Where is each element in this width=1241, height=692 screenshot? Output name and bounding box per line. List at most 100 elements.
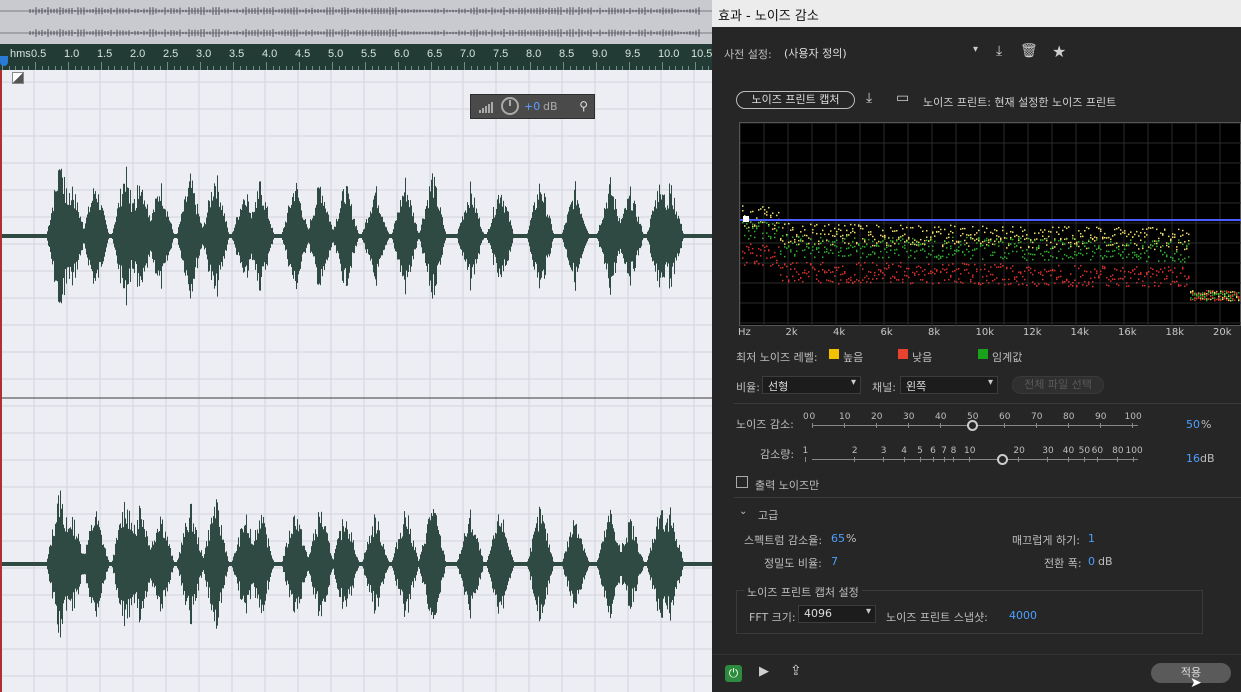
open-folder-icon[interactable]: ▭: [896, 90, 909, 106]
smoothing-value[interactable]: 1: [1088, 532, 1095, 545]
spectrum-dot: [820, 282, 822, 284]
spectrum-dot: [1112, 243, 1114, 246]
favorite-star-icon[interactable]: ★: [1052, 42, 1066, 61]
preset-dropdown[interactable]: (사용자 정의) ▾: [778, 43, 983, 61]
waveform-sample: [433, 509, 434, 619]
waveform-sample: [267, 547, 268, 581]
scale-dropdown[interactable]: 선형 ▾: [762, 376, 861, 394]
spectrum-dot: [864, 276, 866, 279]
waveform-sample: [16, 234, 17, 238]
waveform-sample: [437, 206, 438, 266]
spectrum-dot: [1096, 239, 1098, 241]
play-icon[interactable]: ▶: [759, 664, 769, 679]
waveform-sample: [296, 529, 297, 599]
spectrum-dot: [888, 266, 890, 269]
playhead-marker[interactable]: [0, 56, 8, 66]
spectrum-dot: [854, 280, 856, 283]
overview-strip[interactable]: [0, 0, 712, 44]
delete-preset-icon[interactable]: 🗑: [1020, 43, 1038, 59]
spectrum-dot: [1018, 271, 1020, 273]
waveform-editor[interactable]: hms 0.5 1.0 1.5 2.0 2.5 3.0 3.5 4.0 4.5 5.0 5.5 6.0 6…: [0, 0, 712, 692]
spectrum-dot: [1134, 251, 1136, 254]
save-noise-print-icon[interactable]: ⤓: [866, 90, 872, 106]
save-preset-icon[interactable]: ⤓: [996, 43, 1002, 59]
waveform-sample: [197, 544, 198, 584]
frequency-tick-label: 8k: [928, 327, 941, 338]
channel-dropdown[interactable]: 왼쪽 ▾: [900, 376, 998, 394]
waveform-sample: [577, 200, 578, 272]
waveform-sample: [404, 511, 405, 617]
slider-tick: [953, 457, 955, 462]
transition-label: 전환 폭:: [1044, 557, 1082, 570]
advanced-toggle-chevron-icon[interactable]: ⌄: [739, 506, 747, 517]
spectrum-dot: [1016, 280, 1018, 282]
waveform-sample: [611, 514, 612, 614]
waveform-sample: [176, 562, 177, 566]
spectrum-dot: [950, 247, 952, 250]
pin-icon[interactable]: ⚲: [579, 99, 588, 113]
volume-hud[interactable]: +0 dB ⚲: [470, 94, 595, 119]
spectrum-dot: [986, 275, 988, 277]
slider-tick-label: 80: [1112, 446, 1124, 456]
spectrum-dot: [1226, 296, 1228, 298]
spectrum-dot: [1182, 268, 1184, 270]
spectrum-dot: [934, 240, 936, 243]
waveform-sample: [93, 527, 94, 601]
power-toggle-icon[interactable]: ⏻: [725, 665, 742, 682]
spectrum-dot: [806, 261, 808, 264]
volume-knob[interactable]: [501, 97, 519, 115]
waveform-sample: [556, 234, 557, 238]
spectrum-dot: [1034, 253, 1036, 256]
spectral-decay-value[interactable]: 65: [831, 532, 845, 545]
waveform-sample: [415, 222, 416, 250]
track-corner-icon[interactable]: [12, 72, 24, 84]
waveform-sample: [593, 234, 594, 238]
waveform-sample: [245, 205, 246, 267]
waveform-sample: [69, 528, 70, 600]
waveform-sample: [368, 544, 369, 584]
spectrum-dot: [1028, 266, 1030, 268]
reduce-by-value[interactable]: 16: [1186, 452, 1200, 465]
spectrum-dot: [998, 282, 1000, 285]
noise-spectrum-graph[interactable]: [739, 122, 1241, 327]
spectrum-dot: [746, 223, 748, 225]
spectrum-dot: [942, 245, 944, 248]
spectrum-dot: [1112, 250, 1114, 252]
spectrum-dot: [824, 251, 826, 253]
spectrum-dot: [974, 248, 976, 250]
slider-thumb[interactable]: [997, 454, 1009, 465]
waveform-sample: [536, 208, 537, 264]
transition-value[interactable]: 0: [1088, 555, 1095, 568]
spectrum-dot: [1162, 271, 1164, 273]
waveform-sample: [614, 209, 615, 263]
spectrum-dot: [746, 245, 748, 248]
spectrum-dot: [818, 270, 820, 272]
waveform-area[interactable]: [0, 70, 712, 692]
spectrum-dot: [806, 234, 808, 237]
spectrum-dot: [1080, 232, 1082, 235]
snapshots-value[interactable]: 4000: [1009, 609, 1037, 622]
threshold-handle[interactable]: [743, 216, 749, 222]
time-ruler[interactable]: hms 0.5 1.0 1.5 2.0 2.5 3.0 3.5 4.0 4.5 5.0 5.5 6.0 6…: [0, 44, 712, 70]
waveform-sample: [276, 562, 277, 566]
waveform-sample: [48, 554, 49, 574]
slider-track[interactable]: [812, 459, 1138, 460]
fft-size-dropdown[interactable]: 4096 ▾: [798, 605, 876, 623]
spectrum-dot: [916, 250, 918, 252]
output-noise-only-checkbox[interactable]: [736, 476, 748, 488]
waveform-sample: [118, 202, 119, 270]
waveform-sample: [236, 551, 237, 577]
noise-reduction-value[interactable]: 50: [1186, 418, 1200, 431]
waveform-sample: [486, 562, 487, 566]
spectrum-dot: [750, 252, 752, 254]
select-entire-file-button[interactable]: 전체 파일 선택: [1012, 376, 1104, 394]
loop-export-icon[interactable]: ⇪: [790, 663, 802, 679]
slider-thumb[interactable]: [967, 420, 978, 431]
waveform-sample: [536, 523, 537, 605]
capture-noise-print-button[interactable]: 노이즈 프린트 캡처: [736, 91, 855, 109]
precision-value[interactable]: 7: [831, 555, 838, 568]
waveform-sample: [160, 200, 161, 272]
advanced-label[interactable]: 고급: [758, 507, 778, 523]
waveform-sample: [324, 202, 325, 270]
slider-tick: [854, 457, 856, 462]
